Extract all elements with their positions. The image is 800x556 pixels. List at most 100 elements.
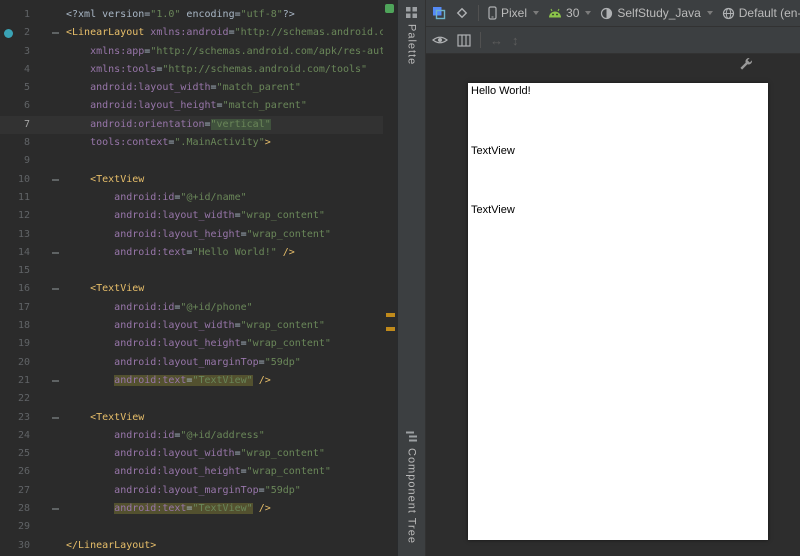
code-line[interactable]: 9 (0, 152, 383, 170)
fold-gutter (30, 152, 66, 170)
layout-columns-button[interactable] (457, 33, 471, 47)
code-line[interactable]: 20 android:layout_marginTop="59dp" (0, 354, 383, 372)
xml-editor[interactable]: 1 <?xml version="1.0" encoding="utf-8"?> 2… (0, 0, 397, 556)
line-number: 18 (17, 320, 30, 332)
code-line[interactable]: 27 android:layout_marginTop="59dp" (0, 482, 383, 500)
design-toolbar-primary: Pixel 30 SelfStudy_Java Default (en (426, 0, 800, 27)
code-line[interactable]: 19 android:layout_height="wrap_content" (0, 335, 383, 353)
fold-gutter (30, 226, 66, 244)
fold-marker[interactable] (30, 372, 66, 390)
code-text: </LinearLayout> (66, 539, 157, 551)
locale-selector[interactable]: Default (en-u (722, 6, 800, 20)
fold-gutter (30, 134, 66, 152)
design-canvas[interactable]: Hello World! TextView TextView (426, 54, 800, 556)
device-phone-icon (488, 6, 497, 20)
palette-icon (406, 7, 417, 18)
code-text: android:layout_marginTop="59dp" (114, 356, 301, 368)
code-line[interactable]: 17 android:id="@+id/phone" (0, 299, 383, 317)
fold-marker[interactable] (30, 171, 66, 189)
code-line[interactable]: 5 android:layout_width="match_parent" (0, 79, 383, 97)
component-tree-tool-button[interactable]: Component Tree (405, 430, 418, 544)
code-text: xmlns:app="http://schemas.android.com/ap… (90, 45, 383, 57)
code-line[interactable]: 18 android:layout_width="wrap_content" (0, 317, 383, 335)
palette-tool-button[interactable]: Palette (405, 6, 418, 65)
api-level-selector[interactable]: 30 (548, 6, 592, 20)
fold-gutter (30, 317, 66, 335)
wrench-icon[interactable] (739, 57, 753, 71)
design-surface-button[interactable] (432, 6, 446, 20)
code-line[interactable]: 1 <?xml version="1.0" encoding="utf-8"?> (0, 6, 383, 24)
warning-tick-icon[interactable] (386, 327, 395, 331)
code-line[interactable]: 8 tools:context=".MainActivity"> (0, 134, 383, 152)
fold-gutter (30, 6, 66, 24)
view-options-button[interactable] (432, 34, 448, 46)
inspections-status-icon[interactable] (385, 4, 394, 13)
preview-textview[interactable]: Hello World! (471, 85, 531, 97)
design-pane: Pixel 30 SelfStudy_Java Default (en ↔ ↕ … (426, 0, 800, 556)
fold-gutter (30, 97, 66, 115)
code-line[interactable]: 14 android:text="Hello World!" /> (0, 244, 383, 262)
preview-textview[interactable]: TextView (471, 145, 515, 157)
code-line[interactable]: 7 android:orientation="vertical" (0, 115, 383, 135)
error-stripe[interactable] (383, 0, 397, 556)
code-line[interactable]: 25 android:layout_width="wrap_content" (0, 445, 383, 463)
fold-gutter (30, 61, 66, 79)
preview-textview[interactable]: TextView (471, 204, 515, 216)
device-selector[interactable]: Pixel (488, 6, 540, 20)
code-line[interactable]: 4 xmlns:tools="http://schemas.android.co… (0, 61, 383, 79)
blueprint-mode-button[interactable] (455, 6, 469, 20)
fold-marker[interactable] (30, 24, 66, 42)
code-line[interactable]: 15 (0, 262, 383, 280)
tool-window-bar: Palette Component Tree (397, 0, 426, 556)
code-text: android:id="@+id/address" (114, 429, 265, 441)
fold-gutter (30, 463, 66, 481)
line-number: 23 (17, 411, 30, 423)
code-line[interactable]: 6 android:layout_height="match_parent" (0, 97, 383, 115)
code-line[interactable]: 30 </LinearLayout> (0, 537, 383, 555)
fold-marker[interactable] (30, 409, 66, 427)
line-number: 1 (23, 9, 30, 20)
code-line[interactable]: 28 android:text="TextView" /> (0, 500, 383, 518)
code-line[interactable]: 23 <TextView (0, 409, 383, 427)
code-line[interactable]: 22 (0, 390, 383, 408)
locale-label: Default (en-u (738, 6, 800, 20)
code-text: android:layout_marginTop="59dp" (114, 484, 301, 496)
component-tree-label: Component Tree (405, 448, 418, 544)
code-line[interactable]: 10 <TextView (0, 171, 383, 189)
separator (480, 32, 481, 48)
fold-marker[interactable] (30, 244, 66, 262)
code-text: android:layout_height="wrap_content" (114, 338, 331, 350)
code-line[interactable]: 16 <TextView (0, 280, 383, 298)
line-number: 24 (17, 429, 30, 441)
fold-marker[interactable] (30, 280, 66, 298)
pan-horizontal-icon[interactable]: ↔ (490, 33, 503, 48)
device-preview[interactable]: Hello World! TextView TextView (468, 83, 768, 540)
code-text: <TextView (90, 173, 145, 185)
separator (478, 5, 479, 21)
code-text: android:orientation="vertical" (90, 118, 271, 130)
code-text: android:layout_width="wrap_content" (114, 320, 325, 332)
code-text: android:layout_height="wrap_content" (114, 466, 331, 478)
code-line[interactable]: 2 <LinearLayout xmlns:android="http://sch… (0, 24, 383, 42)
line-number: 26 (17, 466, 30, 478)
code-line[interactable]: 13 android:layout_height="wrap_content" (0, 226, 383, 244)
fold-gutter (30, 354, 66, 372)
code-line[interactable]: 29 (0, 518, 383, 536)
theme-selector[interactable]: SelfStudy_Java (600, 6, 713, 20)
code-area[interactable]: 1 <?xml version="1.0" encoding="utf-8"?> 2… (0, 6, 383, 555)
fold-gutter (30, 79, 66, 97)
code-line[interactable]: 3 xmlns:app="http://schemas.android.com/… (0, 43, 383, 61)
code-line[interactable]: 12 android:layout_width="wrap_content" (0, 207, 383, 225)
code-line[interactable]: 11 android:id="@+id/name" (0, 189, 383, 207)
code-line[interactable]: 24 android:id="@+id/address" (0, 427, 383, 445)
line-number: 8 (23, 137, 30, 149)
line-number: 21 (17, 374, 30, 386)
code-line[interactable]: 21 android:text="TextView" /> (0, 372, 383, 390)
pan-vertical-icon[interactable]: ↕ (512, 33, 519, 48)
code-line[interactable]: 26 android:layout_height="wrap_content" (0, 463, 383, 481)
fold-marker[interactable] (30, 500, 66, 518)
warning-tick-icon[interactable] (386, 313, 395, 317)
